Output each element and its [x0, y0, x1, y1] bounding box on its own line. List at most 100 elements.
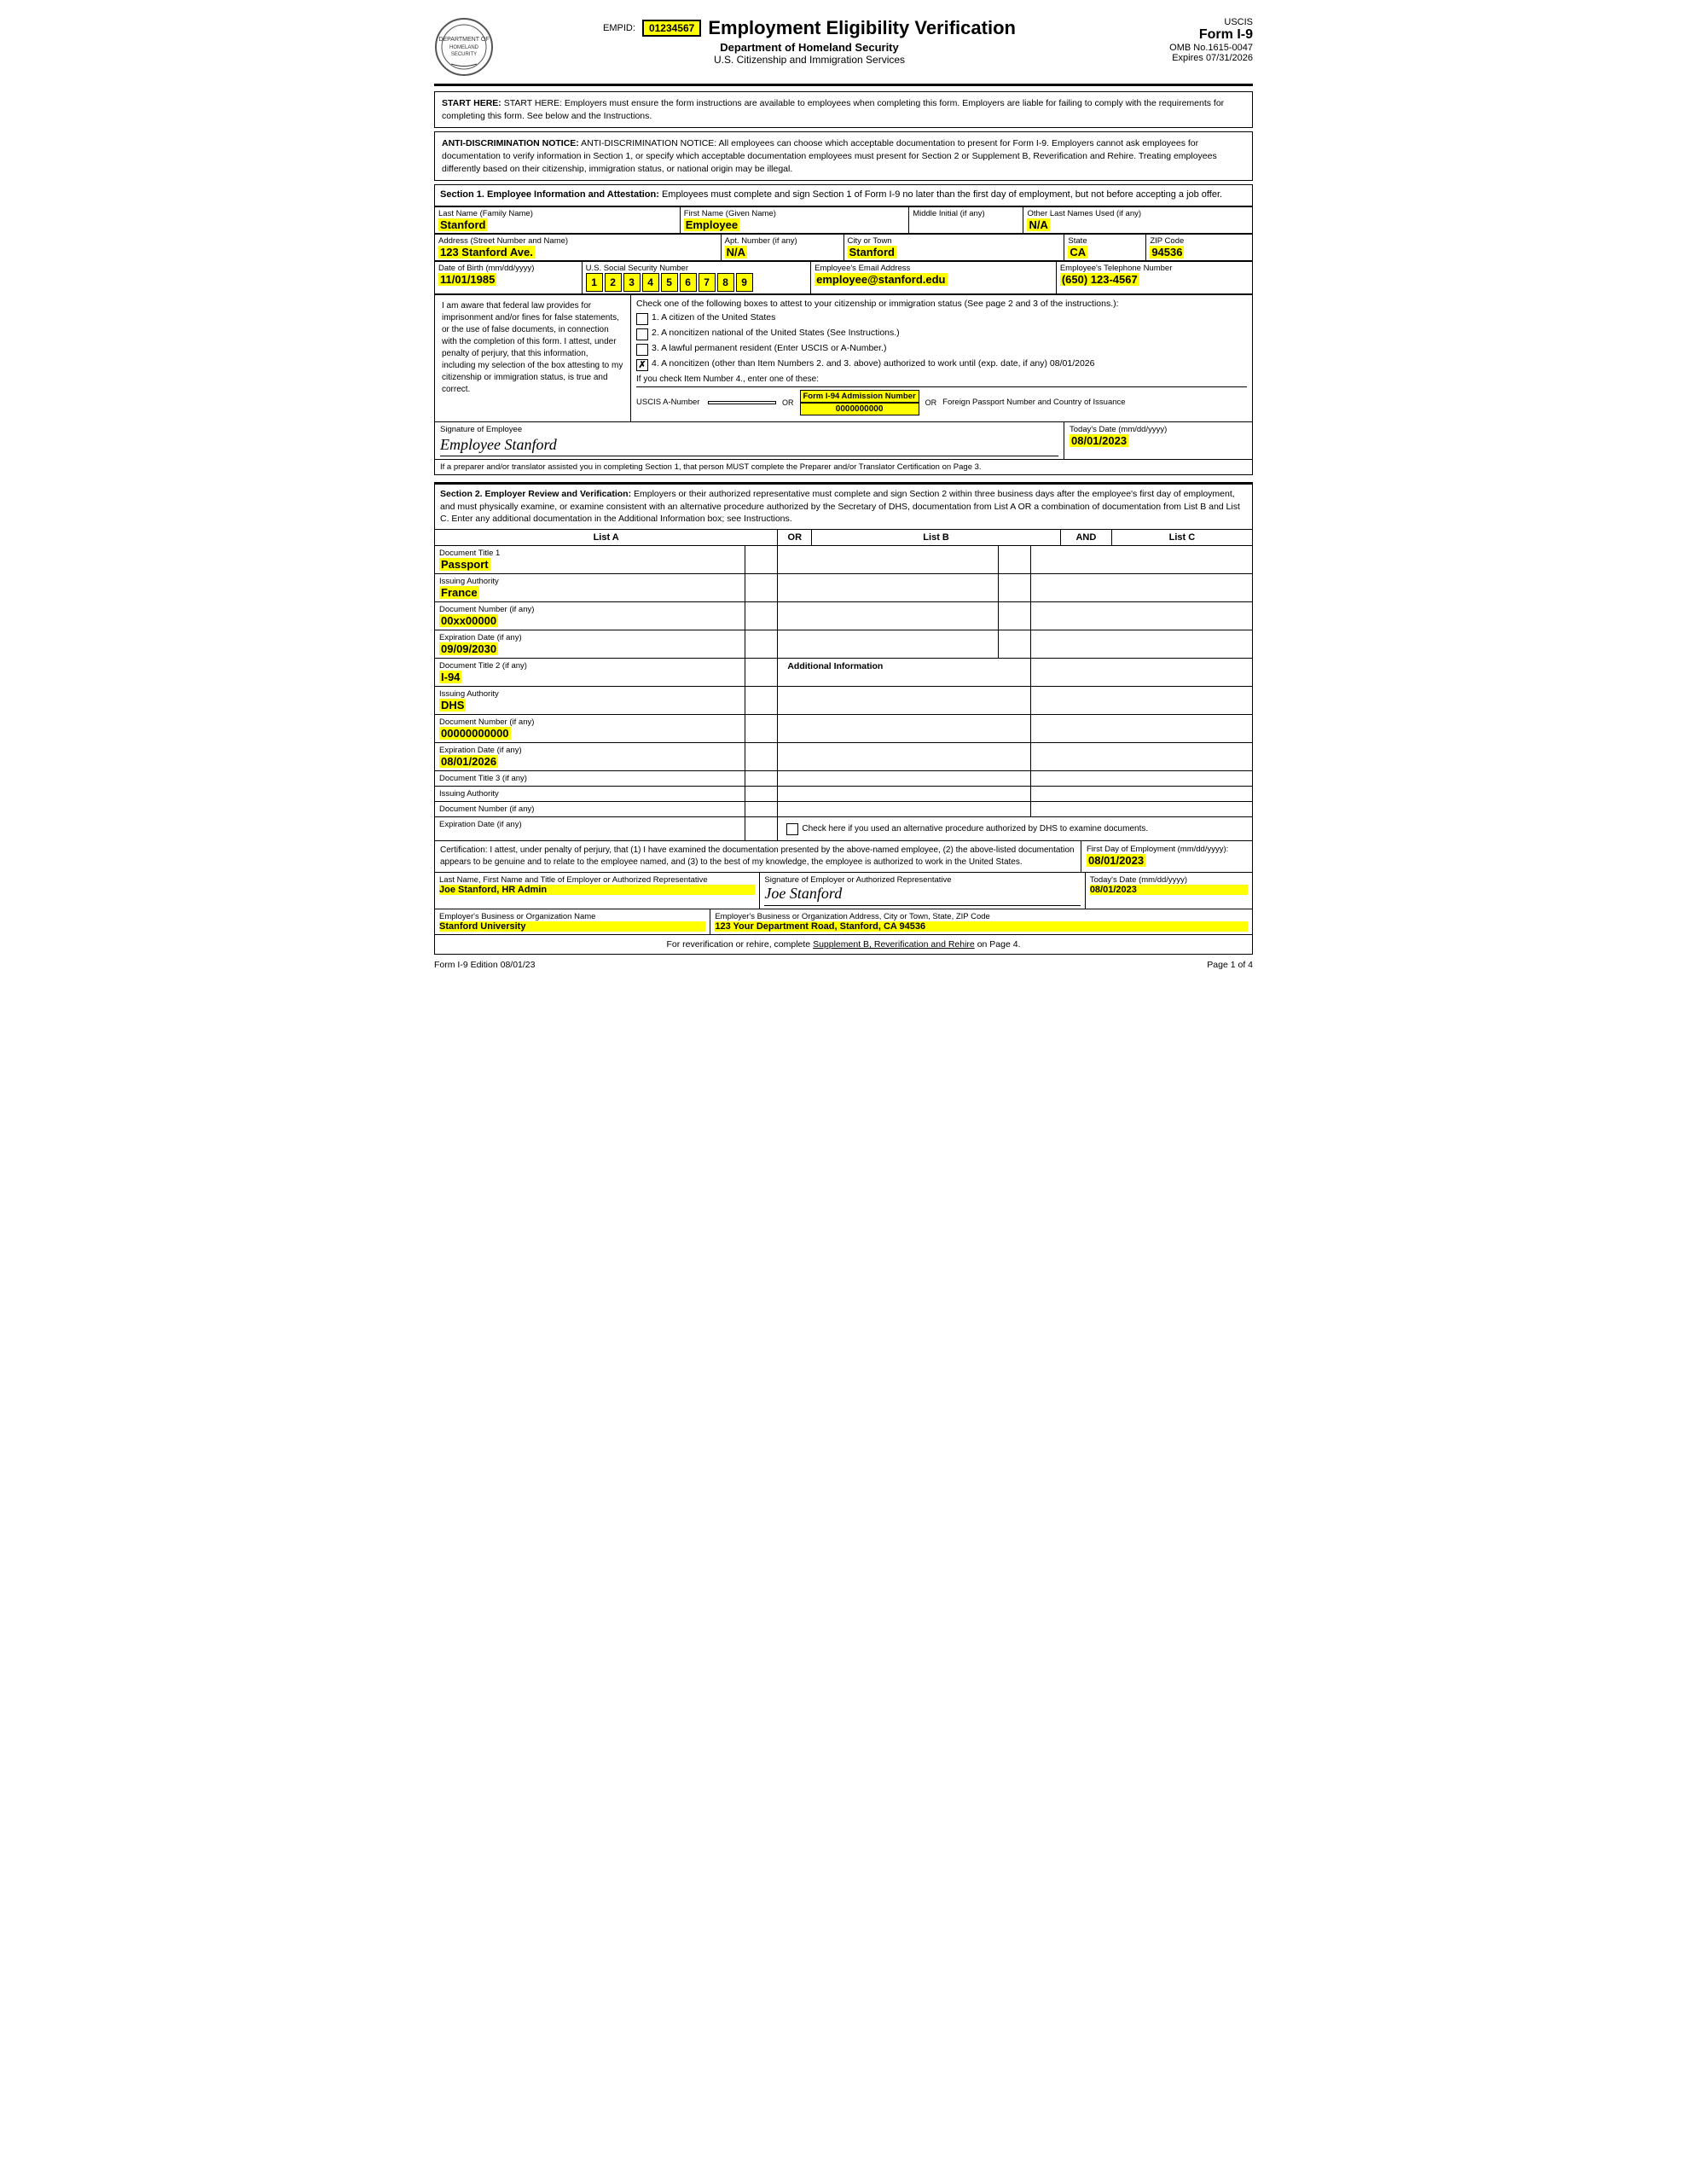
- docnum2-value: 00000000000: [439, 727, 511, 740]
- issuing1-value: France: [439, 586, 479, 599]
- attestation-right: Check one of the following boxes to atte…: [631, 295, 1252, 421]
- last-name-label: Last Name (Family Name): [438, 209, 676, 218]
- expiry-date: Expires 07/31/2026: [1125, 53, 1253, 63]
- agency-name: U.S. Citizenship and Immigration Service…: [502, 54, 1116, 66]
- alt-proc-label: Check here if you used an alternative pr…: [802, 824, 1148, 834]
- doc-title1-row: Document Title 1 Passport: [434, 546, 1253, 574]
- dob-value: 11/01/1985: [438, 273, 496, 286]
- doc1-title-value: Passport: [439, 558, 490, 571]
- uscis-a-value: [708, 401, 776, 404]
- employer-signature: Joe Stanford: [764, 885, 1080, 906]
- employer-name-label: Last Name, First Name and Title of Emplo…: [439, 875, 755, 885]
- employer-date-label: Today's Date (mm/dd/yyyy): [1090, 875, 1248, 885]
- ssn-digit-7: 7: [699, 273, 716, 292]
- or-divider-1: OR: [780, 398, 797, 407]
- reverif-link[interactable]: Supplement B, Reverification and Rehire: [813, 939, 975, 950]
- doc2-title-value: I-94: [439, 671, 461, 683]
- attestation-left-text: I am aware that federal law provides for…: [435, 295, 631, 421]
- alt-proc-checkbox[interactable]: [786, 823, 798, 835]
- citizenship-section: I am aware that federal law provides for…: [434, 294, 1253, 422]
- work-until-date: 08/01/2026: [1050, 358, 1095, 369]
- dept-name: Department of Homeland Security: [502, 41, 1116, 54]
- checkbox-3: [636, 344, 648, 356]
- form-title: Employment Eligibility Verification: [708, 17, 1016, 39]
- doc1-listb-cell: [778, 546, 999, 573]
- admission-row: USCIS A-Number OR Form I-94 Admission Nu…: [636, 386, 1247, 418]
- doc3-title-row: Document Title 3 (if any): [434, 771, 1253, 787]
- section2-header: Section 2. Employer Review and Verificat…: [434, 482, 1253, 530]
- ssn-label: U.S. Social Security Number: [586, 264, 808, 273]
- ssn-digit-1: 1: [586, 273, 603, 292]
- zip-label: ZIP Code: [1150, 236, 1249, 246]
- org-address-value: 123 Your Department Road, Stanford, CA 9…: [715, 921, 1248, 932]
- alt-proc-row: Check here if you used an alternative pr…: [782, 820, 1248, 838]
- sig-label: Signature of Employee: [440, 425, 1058, 434]
- docnum2-cell: Document Number (if any) 00000000000: [435, 715, 745, 742]
- cert-text: Certification: I attest, under penalty o…: [435, 841, 1081, 872]
- expdate1-row: Expiration Date (if any) 09/09/2030: [434, 630, 1253, 659]
- state-label: State: [1068, 236, 1142, 246]
- address-label: Address (Street Number and Name): [438, 236, 717, 246]
- citizenship-option-3: 3. A lawful permanent resident (Enter US…: [636, 343, 1247, 356]
- page-footer: Form I-9 Edition 08/01/23 Page 1 of 4: [434, 960, 1253, 970]
- list-and-header: AND: [1061, 530, 1112, 545]
- expdate2-cell: Expiration Date (if any) 08/01/2026: [435, 743, 745, 770]
- city-label: City or Town: [848, 236, 1061, 246]
- ssn-digit-5: 5: [661, 273, 678, 292]
- doc-and-1: [999, 546, 1031, 573]
- svg-text:SECURITY: SECURITY: [451, 52, 477, 57]
- last-name-value: Stanford: [438, 218, 487, 231]
- email-label: Employee's Email Address: [815, 264, 1052, 273]
- doc1-title-cell: Document Title 1 Passport: [435, 546, 745, 573]
- uscis-a-label: USCIS A-Number: [636, 398, 704, 407]
- page-number: Page 1 of 4: [1207, 960, 1253, 970]
- phone-label: Employee's Telephone Number: [1060, 264, 1249, 273]
- first-day-label: First Day of Employment (mm/dd/yyyy):: [1087, 845, 1247, 854]
- sig-date-value: 08/01/2023: [1070, 434, 1128, 447]
- header-right: USCIS Form I-9 OMB No.1615-0047 Expires …: [1125, 17, 1253, 63]
- other-names-label: Other Last Names Used (if any): [1027, 209, 1249, 218]
- doc2-title-addinfo-row: Document Title 2 (if any) I-94 Additiona…: [434, 659, 1253, 687]
- issuing-authority-label: Issuing Authority: [439, 789, 740, 799]
- doc1-listc-cell: [1031, 546, 1252, 573]
- form94-container: Form I-94 Admission Number 0000000000: [800, 390, 919, 415]
- list-b-header: List B: [812, 530, 1061, 545]
- first-name-value: Employee: [684, 218, 739, 231]
- middle-initial-label: Middle Initial (if any): [913, 209, 1019, 218]
- org-row: Employer's Business or Organization Name…: [434, 909, 1253, 935]
- org-name-label: Employer's Business or Organization Name: [439, 912, 705, 921]
- docnum3-row: Document Number (if any): [434, 802, 1253, 817]
- employee-sig-date-area: Today's Date (mm/dd/yyyy) 08/01/2023: [1064, 422, 1252, 459]
- checkbox-1: [636, 313, 648, 325]
- alt-proc-cell: Check here if you used an alternative pr…: [778, 817, 1252, 840]
- certification-row: Certification: I attest, under penalty o…: [434, 841, 1253, 873]
- list-headers: List A OR List B AND List C: [434, 530, 1253, 546]
- docnum1-cell: Document Number (if any) 00xx00000: [435, 602, 745, 630]
- issuing1-row: Issuing Authority France: [434, 574, 1253, 602]
- signature-row: Signature of Employee Employee Stanford …: [434, 422, 1253, 460]
- form-number: Form I-9: [1125, 27, 1253, 43]
- header-center: EMPID: 01234567 Employment Eligibility V…: [494, 17, 1125, 66]
- expdate3-altproc-row: Expiration Date (if any) Check here if y…: [434, 817, 1253, 841]
- expdate2-value: 08/01/2026: [439, 755, 498, 768]
- expdate1-value: 09/09/2030: [439, 642, 498, 655]
- citizenship-option-4: 4. A noncitizen (other than Item Numbers…: [636, 358, 1247, 371]
- employer-name-cell: Last Name, First Name and Title of Emplo…: [435, 873, 760, 909]
- form94-label: Form I-94 Admission Number: [800, 390, 919, 403]
- docnum3-cell: Document Number (if any): [435, 802, 745, 816]
- start-here-notice: START HERE: START HERE: Employers must e…: [434, 91, 1253, 128]
- expdate1-cell: Expiration Date (if any) 09/09/2030: [435, 630, 745, 658]
- checkbox-4: [636, 359, 648, 371]
- employee-sig-area: Signature of Employee Employee Stanford: [435, 422, 1064, 459]
- issuing2-row: Issuing Authority DHS: [434, 687, 1253, 715]
- svg-text:HOMELAND: HOMELAND: [449, 45, 479, 50]
- edition-label: Form I-9 Edition 08/01/23: [434, 960, 535, 970]
- city-value: Stanford: [848, 246, 896, 258]
- docnum1-value: 00xx00000: [439, 614, 498, 627]
- item4-note: If you check Item Number 4., enter one o…: [636, 375, 1247, 384]
- anti-discrimination-notice: ANTI-DISCRIMINATION NOTICE: ANTI-DISCRIM…: [434, 131, 1253, 181]
- issuing2-value: DHS: [439, 699, 466, 712]
- org-name-cell: Employer's Business or Organization Name…: [435, 909, 710, 934]
- apt-label: Apt. Number (if any): [725, 236, 840, 246]
- omb-number: OMB No.1615-0047: [1125, 43, 1253, 53]
